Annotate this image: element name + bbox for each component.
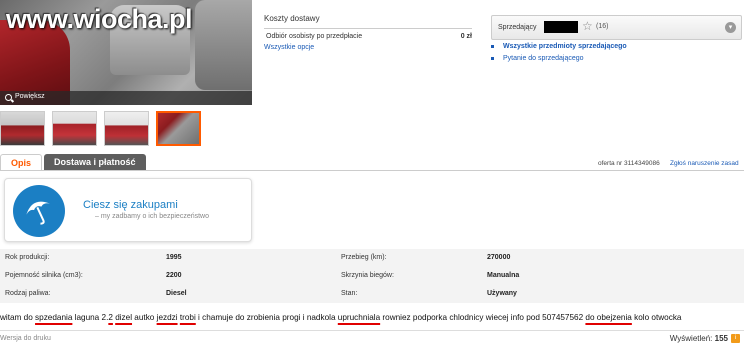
views-counter: Wyświetleń: 155 — [670, 334, 728, 343]
thumbnail[interactable] — [0, 111, 45, 146]
description-text: autko — [132, 313, 157, 322]
misspelled-word: upruchniala — [337, 313, 381, 322]
chevron-down-icon[interactable]: ▾ — [725, 22, 736, 33]
thumbnail[interactable] — [52, 111, 97, 146]
tab-divider — [0, 170, 744, 171]
footer-divider — [0, 330, 744, 331]
seller-label: Sprzedający — [498, 24, 537, 31]
star-icon: ☆ — [582, 19, 593, 33]
misspelled-word: trobi — [179, 313, 196, 322]
misspelled-word: do obejzenia — [585, 313, 632, 322]
param-label: Rok produkcji: — [5, 254, 50, 261]
delivery-costs: Koszty dostawy Odbiór osobisty po przedp… — [264, 14, 472, 51]
bullet-icon — [491, 45, 494, 48]
delivery-option-label: Odbiór osobisty po przedpłacie — [266, 33, 363, 40]
misspelled-word: dizel — [115, 313, 133, 322]
delivery-option: Odbiór osobisty po przedpłacie 0 zł — [264, 33, 472, 40]
param-value: Używany — [487, 290, 517, 297]
magnifier-icon — [5, 94, 12, 101]
param-value: Diesel — [166, 290, 187, 297]
misspelled-word: spzedania — [35, 313, 73, 322]
divider — [264, 28, 472, 29]
seller-box[interactable]: Sprzedający ☆ (16) ▾ — [491, 15, 742, 40]
param-row: Rok produkcji: 1995 Przebieg (km): 27000… — [0, 249, 744, 267]
param-value: Manualna — [487, 272, 520, 279]
tab-bar: Opis Dostawa i płatność — [0, 154, 148, 171]
param-label: Skrzynia biegów: — [341, 272, 394, 279]
car-seat-image-2 — [195, 0, 252, 90]
description-text: rowniez podporka chlodnicy wiecej info p… — [380, 313, 586, 322]
promo-subtitle: – my zadbamy o ich bezpieczeństwo — [95, 213, 209, 220]
main-photo[interactable]: www.wiocha.pl Powiększ — [0, 0, 252, 105]
description-text: laguna 2. — [72, 313, 109, 322]
umbrella-badge — [13, 185, 65, 237]
views-count: 155 — [714, 334, 728, 343]
delivery-title: Koszty dostawy — [264, 14, 320, 23]
item-parameters: Rok produkcji: 1995 Przebieg (km): 27000… — [0, 249, 744, 303]
param-value: 1995 — [166, 254, 182, 261]
param-row: Rodzaj paliwa: Diesel Stan: Używany — [0, 285, 744, 303]
thumbnail-strip — [0, 111, 201, 146]
param-label: Stan: — [341, 290, 358, 297]
ask-seller-link[interactable]: Pytanie do sprzedającego — [503, 55, 584, 62]
seller-all-items-link[interactable]: Wszystkie przedmioty sprzedającego — [503, 43, 627, 50]
info-icon[interactable]: i — [731, 334, 740, 343]
param-value: 2200 — [166, 272, 182, 279]
offer-number: oferta nr 3114349086 — [598, 160, 660, 167]
tab-delivery-payment[interactable]: Dostawa i płatność — [44, 154, 146, 171]
tab-description[interactable]: Opis — [0, 154, 43, 171]
misspelled-word: jezdzi — [156, 313, 178, 322]
promo-title: Ciesz się zakupami — [83, 199, 178, 211]
thumbnail[interactable] — [104, 111, 149, 146]
description-text: kolo otwocka — [631, 313, 682, 322]
seller-rating-count: (16) — [596, 23, 609, 30]
seller-name-redacted — [544, 21, 578, 33]
param-value: 270000 — [487, 254, 511, 261]
param-label: Przebieg (km): — [341, 254, 387, 261]
bullet-icon — [491, 57, 494, 60]
zoom-label: Powiększ — [15, 93, 45, 100]
zoom-button[interactable]: Powiększ — [0, 91, 252, 105]
thumbnail-selected[interactable] — [156, 111, 201, 146]
umbrella-icon — [26, 201, 50, 225]
report-violation-link[interactable]: Zgłoś naruszenie zasad — [670, 160, 739, 167]
description-text: witam do — [0, 313, 36, 322]
param-row: Pojemność silnika (cm3): 2200 Skrzynia b… — [0, 267, 744, 285]
seller-links: Wszystkie przedmioty sprzedającego Pytan… — [491, 43, 627, 67]
item-description: witam do spzedania laguna 2.2 dizel autk… — [0, 313, 681, 322]
views-label: Wyświetleń: — [669, 334, 713, 343]
param-label: Pojemność silnika (cm3): — [5, 272, 83, 279]
buyer-protection-banner[interactable]: Ciesz się zakupami – my zadbamy o ich be… — [4, 178, 252, 242]
print-version-link[interactable]: Wersja do druku — [0, 335, 51, 342]
delivery-option-price: 0 zł — [460, 33, 472, 40]
description-text: i chamuje do zrobienia progi i nadkola — [195, 313, 338, 322]
param-label: Rodzaj paliwa: — [5, 290, 51, 297]
watermark: www.wiocha.pl — [6, 4, 193, 34]
all-delivery-options-link[interactable]: Wszystkie opcje — [264, 44, 314, 51]
